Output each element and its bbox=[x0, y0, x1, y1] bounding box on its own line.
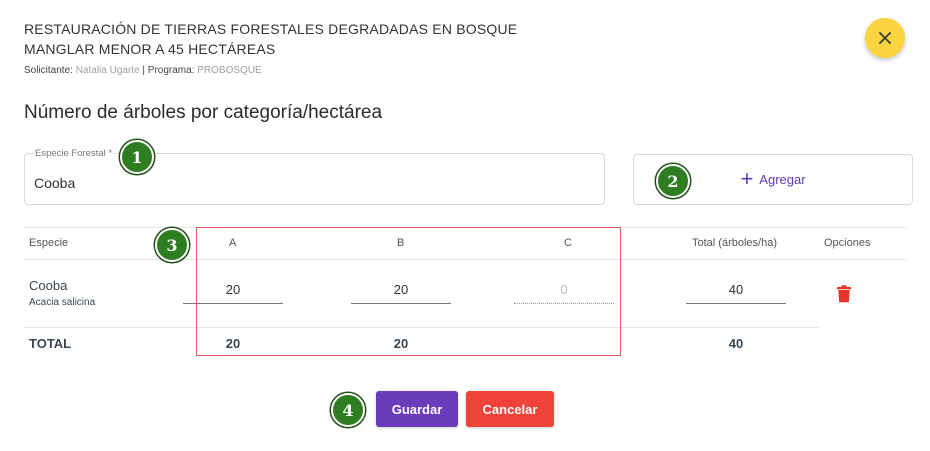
species-field-value: Cooba bbox=[34, 175, 76, 191]
dialog-title: RESTAURACIÓN DE TIERRAS FORESTALES DEGRA… bbox=[24, 21, 518, 57]
species-field-label: Especie Forestal * bbox=[33, 148, 115, 159]
step-badge-3: 3 bbox=[155, 228, 189, 262]
cancel-button[interactable]: Cancelar bbox=[466, 391, 554, 427]
plus-icon: + bbox=[740, 165, 754, 191]
applicant-name: Natalia Ugarte bbox=[75, 65, 140, 76]
trash-icon[interactable] bbox=[836, 285, 852, 303]
species-select[interactable]: Especie Forestal * Cooba bbox=[24, 148, 605, 205]
applicant-label: Solicitante: bbox=[24, 65, 76, 76]
step-badge-4: 4 bbox=[331, 393, 365, 427]
total-label: TOTAL bbox=[29, 336, 72, 351]
step-badge-2: 2 bbox=[656, 164, 690, 198]
row-species-scientific: Acacia salicina bbox=[29, 297, 96, 308]
save-button[interactable]: Guardar bbox=[376, 391, 458, 427]
input-total[interactable]: 40 bbox=[686, 278, 786, 304]
category-highlight-box bbox=[196, 227, 621, 356]
close-icon bbox=[879, 32, 891, 44]
header-species: Especie bbox=[29, 237, 69, 249]
add-button-label: Agregar bbox=[759, 172, 806, 187]
close-button[interactable] bbox=[865, 18, 905, 58]
section-heading: Número de árboles por categoría/hectárea bbox=[24, 102, 383, 123]
program-name: PROBOSQUE bbox=[197, 65, 262, 76]
step-badge-1: 1 bbox=[120, 140, 154, 174]
program-label: | Programa: bbox=[139, 65, 198, 76]
total-overall: 40 bbox=[728, 336, 744, 351]
row-species-name: Cooba bbox=[29, 278, 68, 293]
dialog-subtitle: Solicitante: Natalia Ugarte | Programa: … bbox=[24, 65, 262, 76]
header-total: Total (árboles/ha) bbox=[692, 237, 777, 249]
header-options: Opciones bbox=[824, 237, 871, 249]
